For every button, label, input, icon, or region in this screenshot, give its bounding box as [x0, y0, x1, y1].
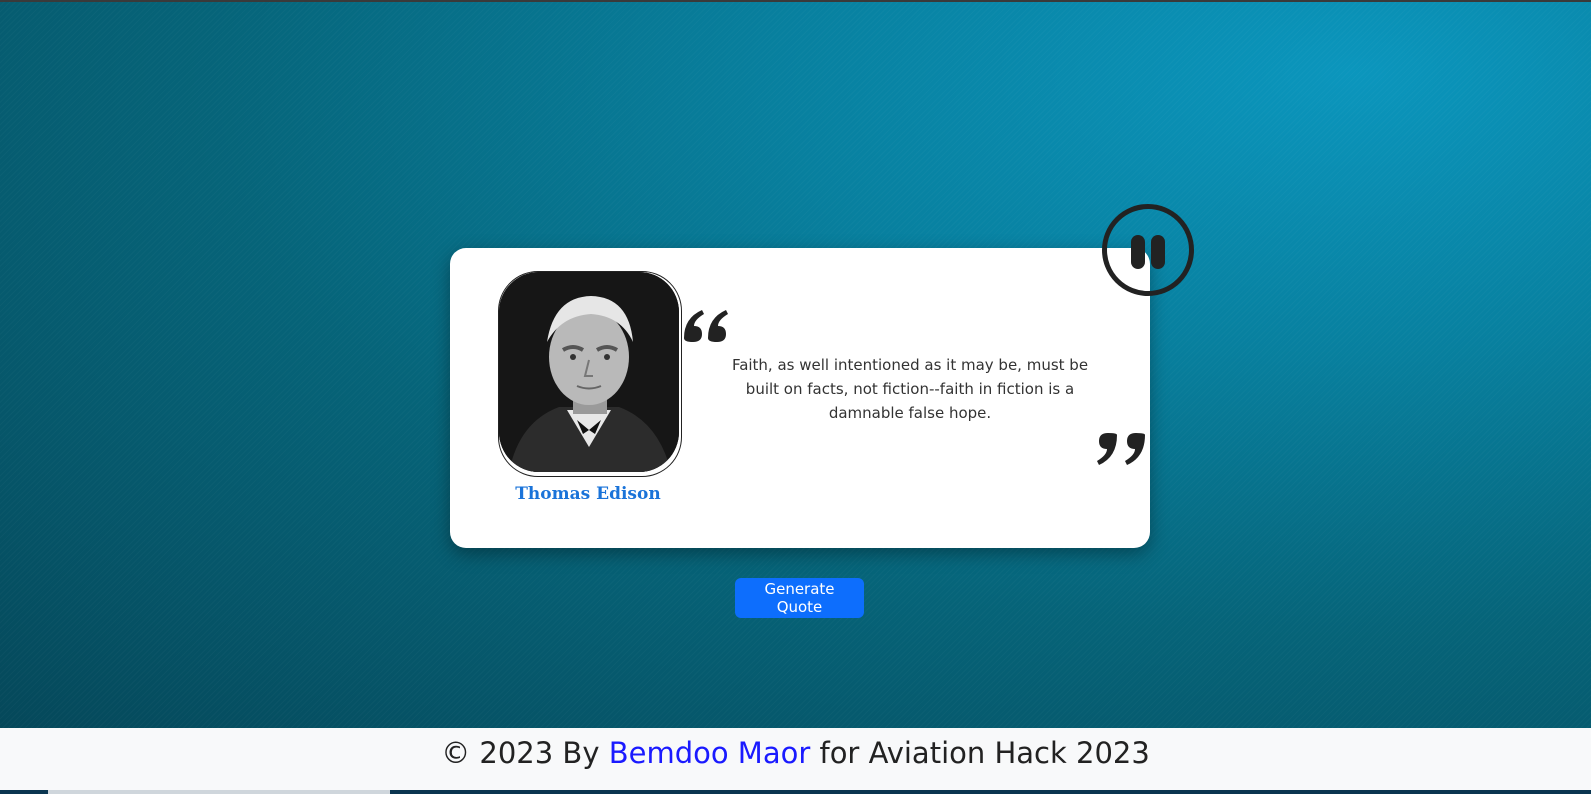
generate-quote-button[interactable]: Generate Quote — [735, 578, 864, 618]
bottom-strip — [0, 790, 1591, 794]
author-link[interactable]: Bemdoo Maor — [609, 736, 811, 770]
pause-icon — [1151, 235, 1165, 269]
footer: © 2023 By Bemdoo Maor for Aviation Hack … — [0, 728, 1591, 794]
footer-suffix: for Aviation Hack 2023 — [810, 736, 1150, 770]
author-name: Thomas Edison — [515, 484, 661, 504]
bottom-strip-segment — [48, 790, 390, 794]
close-quote-icon — [1097, 433, 1145, 465]
open-quote-icon — [684, 310, 728, 342]
footer-prefix: © 2023 By — [441, 736, 609, 770]
quote-card: Thomas Edison Faith, as well intentioned… — [450, 248, 1150, 548]
top-border — [0, 0, 1591, 2]
pause-icon — [1131, 235, 1145, 269]
author-photo — [499, 272, 679, 472]
quote-text: Faith, as well intentioned as it may be,… — [731, 356, 1089, 422]
author-photo-frame — [498, 271, 682, 477]
footer-text: © 2023 By Bemdoo Maor for Aviation Hack … — [0, 736, 1591, 770]
pause-button[interactable] — [1102, 204, 1194, 296]
